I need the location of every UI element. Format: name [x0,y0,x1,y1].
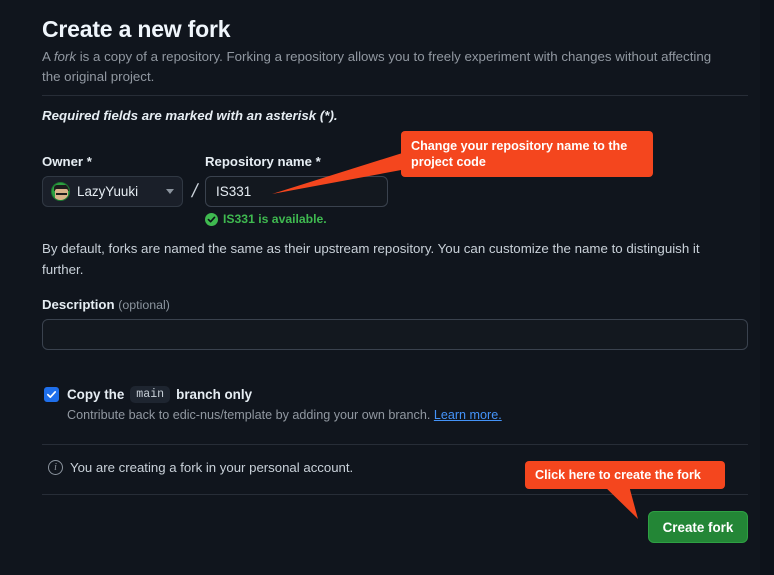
repo-callout-arrow [272,150,412,194]
copy-branch-subtext: Contribute back to edic-nus/template by … [67,408,502,422]
copy-branch-checkbox[interactable] [44,387,59,402]
availability-message: IS331 is available. [223,212,327,226]
page-description: A fork is a copy of a repository. Forkin… [42,47,732,87]
owner-select[interactable]: LazyYuuki [42,176,183,207]
check-circle-icon [205,212,218,226]
create-fork-button[interactable]: Create fork [648,511,748,543]
page-title: Create a new fork [42,16,231,42]
availability-status: IS331 is available. [205,212,327,226]
required-fields-note: Required fields are marked with an aster… [42,108,338,123]
description-optional-tag: (optional) [118,298,170,312]
personal-account-note-text: You are creating a fork in your personal… [70,460,354,475]
info-icon: i [48,460,63,475]
owner-label: Owner * [42,154,92,169]
description-emphasis: fork [53,49,77,64]
user-avatar-icon [51,182,70,201]
description-label: Description (optional) [42,297,170,312]
page-right-gutter [760,0,774,575]
learn-more-link[interactable]: Learn more. [434,408,502,422]
path-separator: / [189,181,200,202]
copy-branch-label: Copy the main branch only [67,386,252,403]
branch-name-badge: main [130,386,171,403]
description-text-rest: is a copy of a repository. Forking a rep… [42,49,712,84]
fork-naming-helper: By default, forks are named the same as … [42,241,700,277]
owner-name: LazyYuuki [77,184,139,199]
copy-branch-subtext-text: Contribute back to edic-nus/template by … [67,408,431,422]
copy-branch-label-prefix: Copy the [67,387,125,402]
description-label-text: Description [42,297,115,312]
description-text-lead: A [42,49,54,64]
divider-middle [42,444,748,445]
repo-callout: Change your repository name to the proje… [401,131,653,177]
copy-main-branch-row[interactable]: Copy the main branch only [44,386,252,403]
create-fork-callout: Click here to create the fork [525,461,725,489]
description-input[interactable] [42,319,748,350]
copy-branch-label-suffix: branch only [176,387,253,402]
divider-top [42,95,748,96]
chevron-down-icon [166,189,174,194]
personal-account-note: i You are creating a fork in your person… [48,460,353,475]
